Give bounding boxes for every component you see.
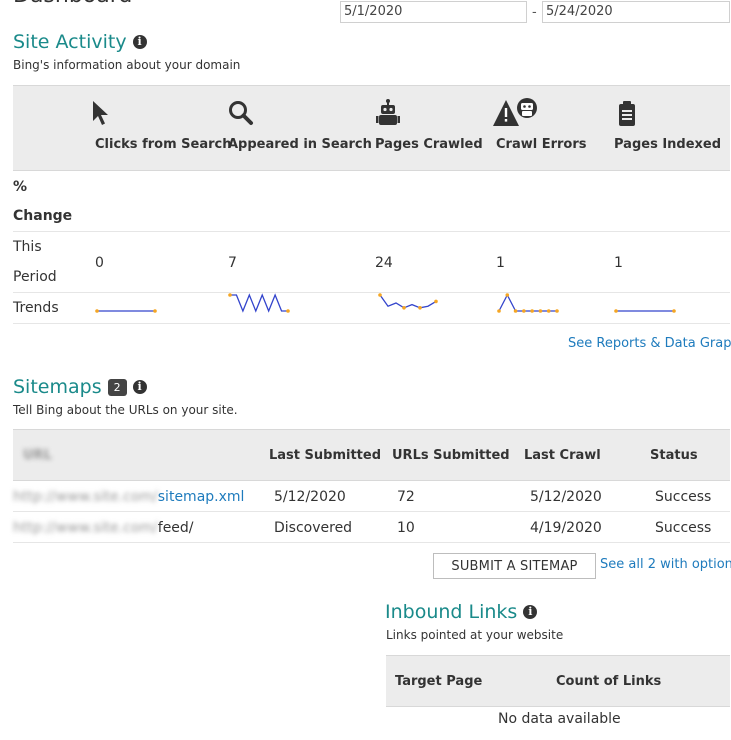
sparkline-dot xyxy=(505,293,510,297)
sparkline-dot xyxy=(614,309,618,313)
sitemaps-count-badge: 2 xyxy=(107,378,127,396)
sparkline-dot xyxy=(555,309,559,313)
last-crawl-cell: 5/12/2020 xyxy=(530,489,602,505)
sparkline-dot xyxy=(95,309,99,313)
this-period-label-line1: This xyxy=(13,239,42,255)
date-to-input[interactable] xyxy=(542,1,730,23)
trend-sparkline-crawled xyxy=(378,293,438,310)
date-from-input[interactable] xyxy=(340,1,527,23)
sparkline-path xyxy=(230,293,288,313)
urls-submitted-cell: 72 xyxy=(397,489,415,505)
sitemaps-subtitle: Tell Bing about the URLs on your site. xyxy=(13,403,238,417)
sparkline-dot xyxy=(513,309,518,313)
this-period-label-line2: Period xyxy=(13,269,57,285)
see-all-sitemaps-link[interactable]: See all 2 with options xyxy=(600,557,731,572)
sparkline-dot xyxy=(530,309,534,313)
last-submitted-cell: 5/12/2020 xyxy=(274,489,346,505)
warning-robot-icon xyxy=(493,98,537,126)
empty-state-text: No data available xyxy=(498,711,621,727)
col-header-status[interactable]: Status xyxy=(650,448,698,463)
metrics-header-band: Clicks from Search Appeared in Search Pa… xyxy=(13,85,730,171)
this-period-appeared: 7 xyxy=(228,255,237,271)
submit-sitemap-button[interactable]: SUBMIT A SITEMAP xyxy=(433,553,596,579)
info-icon[interactable]: i xyxy=(132,35,147,49)
sparkline-dot xyxy=(672,309,676,313)
sparkline-path xyxy=(498,293,557,312)
see-reports-link[interactable]: See Reports & Data Graph xyxy=(568,336,731,351)
this-period-clicks: 0 xyxy=(95,255,104,271)
sparkline-dot xyxy=(378,293,382,297)
sparkline-dot xyxy=(418,306,422,310)
date-separator: - xyxy=(532,5,537,20)
sparkline-dot xyxy=(402,306,406,310)
trends-label: Trends xyxy=(13,300,59,316)
col-header-last-submitted[interactable]: Last Submitted xyxy=(269,448,381,463)
trend-sparkline-appeared xyxy=(228,293,290,313)
inbound-links-subtitle: Links pointed at your website xyxy=(386,628,564,642)
row-divider xyxy=(13,231,730,232)
metric-label-clicks: Clicks from Search xyxy=(95,137,232,152)
col-header-last-crawl[interactable]: Last Crawl xyxy=(524,448,601,463)
this-period-indexed: 1 xyxy=(614,255,623,271)
metric-label-appeared: Appeared in Search xyxy=(228,137,372,152)
col-header-count-of-links[interactable]: Count of Links xyxy=(556,674,661,689)
col-header-urls-submitted[interactable]: URLs Submitted xyxy=(392,448,510,463)
status-cell: Success xyxy=(655,520,712,536)
inbound-links-title: Inbound Links i xyxy=(385,601,538,623)
inbound-links-title-text: Inbound Links xyxy=(385,601,518,623)
metric-label-crawled: Pages Crawled xyxy=(375,137,483,152)
trend-sparkline-indexed xyxy=(614,309,676,313)
sitemap-url-hidden: http://www.site.com/ xyxy=(13,520,158,536)
site-activity-subtitle: Bing's information about your domain xyxy=(13,58,241,72)
metric-label-errors: Crawl Errors xyxy=(496,137,587,152)
robot-icon xyxy=(376,99,400,125)
sitemap-url-hidden[interactable]: http://www.site.com/ xyxy=(13,489,158,505)
clipboard-icon xyxy=(619,101,635,126)
table-row: http://www.site.com/sitemap.xml xyxy=(13,489,244,505)
sitemaps-title: Sitemaps 2 i xyxy=(13,376,147,398)
cursor-arrow-icon xyxy=(93,101,108,125)
pct-change-label-line2: Change xyxy=(13,208,73,224)
trend-sparkline-errors xyxy=(497,293,559,313)
page-title: Dashboard xyxy=(13,0,132,8)
sparkline-dot xyxy=(522,309,526,313)
col-header-url[interactable]: URL xyxy=(23,448,52,463)
row-divider xyxy=(13,511,730,512)
sparkline-dot xyxy=(153,309,157,313)
sparkline-dot xyxy=(546,309,551,313)
col-header-target-page[interactable]: Target Page xyxy=(395,674,482,689)
sparkline-dot xyxy=(228,293,232,297)
sitemap-url-link[interactable]: sitemap.xml xyxy=(158,489,245,505)
sparkline-dot xyxy=(538,309,543,313)
inbound-links-table-header: Target Page Count of Links xyxy=(386,655,730,707)
site-activity-title: Site Activity i xyxy=(13,31,147,53)
status-cell: Success xyxy=(655,489,712,505)
sitemaps-table-header: URL Last Submitted URLs Submitted Last C… xyxy=(13,429,730,481)
urls-submitted-cell: 10 xyxy=(397,520,415,536)
magnifier-icon xyxy=(229,101,253,125)
row-divider xyxy=(13,542,730,543)
last-crawl-cell: 4/19/2020 xyxy=(530,520,602,536)
last-submitted-cell: Discovered xyxy=(274,520,353,536)
sitemaps-title-text: Sitemaps xyxy=(13,376,102,398)
row-divider xyxy=(13,323,730,324)
site-activity-title-text: Site Activity xyxy=(13,31,127,53)
this-period-crawled: 24 xyxy=(375,255,393,271)
table-row: http://www.site.com/feed/ xyxy=(13,520,194,536)
info-icon[interactable]: i xyxy=(132,380,147,394)
sparkline-dot xyxy=(286,309,290,313)
this-period-errors: 1 xyxy=(496,255,505,271)
sparkline-dot xyxy=(434,299,438,304)
pct-change-label-line1: % xyxy=(13,179,28,195)
info-icon[interactable]: i xyxy=(523,605,538,619)
trend-sparkline-clicks xyxy=(95,309,157,313)
metric-label-indexed: Pages Indexed xyxy=(614,137,722,152)
sparkline-path xyxy=(379,294,437,309)
sparkline-dot xyxy=(497,309,501,313)
sitemap-url-text: feed/ xyxy=(157,520,194,536)
